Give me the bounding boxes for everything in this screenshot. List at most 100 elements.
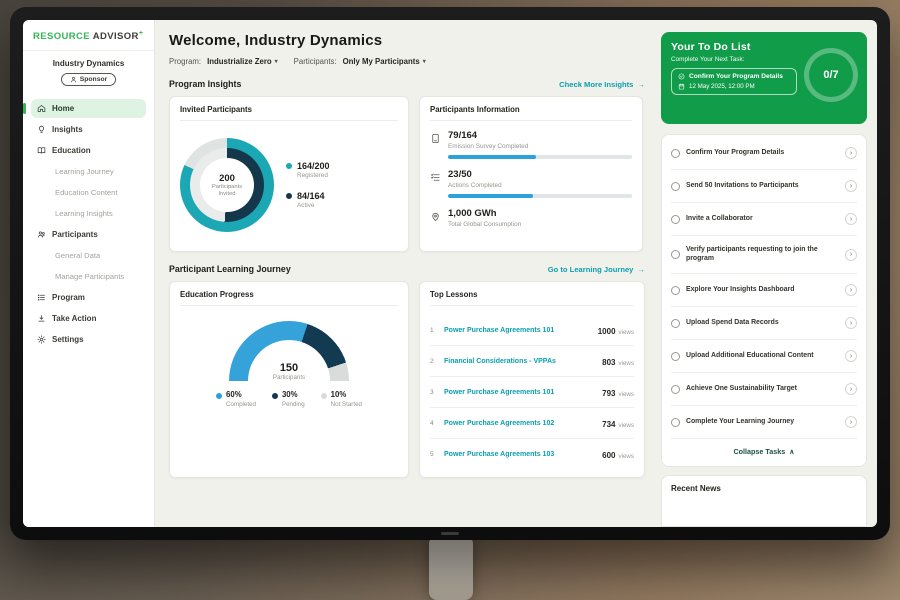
dashboard-screen: RESOURCE ADVISOR+ Industry Dynamics Spon… bbox=[23, 20, 877, 527]
collapse-tasks-button[interactable]: Collapse Tasks ∧ bbox=[671, 439, 857, 464]
logo-text-secondary: ADVISOR bbox=[93, 31, 139, 42]
consumption-row: 1,000 GWh Total Global Consumption bbox=[430, 208, 632, 233]
task-checkbox[interactable] bbox=[671, 352, 680, 361]
sidebar-item-home[interactable]: Home bbox=[31, 99, 146, 118]
lesson-row: 1 Power Purchase Agreements 101 1000view… bbox=[430, 315, 634, 346]
sidebar-item-insights[interactable]: Insights bbox=[31, 120, 146, 139]
task-checkbox[interactable] bbox=[671, 319, 680, 328]
sponsor-badge-label: Sponsor bbox=[80, 76, 108, 83]
chevron-right-icon: › bbox=[845, 350, 857, 362]
program-select-value: Industrialize Zero bbox=[207, 57, 272, 66]
lesson-views: 803 bbox=[602, 358, 615, 367]
task-checkbox[interactable] bbox=[671, 182, 680, 191]
section-title: Program Insights bbox=[169, 79, 241, 89]
legend-item-active: 84/164 Active bbox=[286, 191, 330, 209]
task-checkbox[interactable] bbox=[671, 149, 680, 158]
task-row-invite-collaborator[interactable]: Invite a Collaborator › bbox=[671, 203, 857, 236]
task-checkbox[interactable] bbox=[671, 286, 680, 295]
sidebar-item-program[interactable]: Program bbox=[31, 288, 146, 307]
sidebar-item-label: Settings bbox=[52, 335, 84, 344]
lesson-link[interactable]: Financial Considerations - VPPAs bbox=[444, 358, 596, 365]
sidebar-item-learning-insights[interactable]: Learning Insights bbox=[31, 204, 146, 223]
sidebar-item-learning-journey[interactable]: Learning Journey bbox=[31, 162, 146, 181]
lesson-link[interactable]: Power Purchase Agreements 101 bbox=[444, 327, 592, 334]
task-row-upload-educational-content[interactable]: Upload Additional Educational Content › bbox=[671, 340, 857, 373]
participants-icon bbox=[37, 230, 46, 239]
actions-completed-progress bbox=[448, 194, 632, 198]
task-row-upload-spend-data[interactable]: Upload Spend Data Records › bbox=[671, 307, 857, 340]
sidebar-item-education[interactable]: Education bbox=[31, 141, 146, 160]
location-pin-icon bbox=[430, 209, 441, 227]
sidebar-item-label: General Data bbox=[55, 251, 100, 260]
card-title: Top Lessons bbox=[430, 290, 634, 306]
sidebar-item-label: Learning Journey bbox=[55, 167, 114, 176]
sidebar-item-settings[interactable]: Settings bbox=[31, 330, 146, 349]
task-row-achieve-target[interactable]: Achieve One Sustainability Target › bbox=[671, 373, 857, 406]
lesson-link[interactable]: Power Purchase Agreements 103 bbox=[444, 451, 596, 458]
sidebar-item-label: Insights bbox=[52, 125, 83, 134]
gauge-center: 150 Participants bbox=[229, 362, 349, 381]
task-checkbox[interactable] bbox=[671, 250, 680, 259]
book-icon bbox=[37, 146, 46, 155]
chevron-right-icon: › bbox=[845, 383, 857, 395]
not-started-value: 10% bbox=[331, 390, 347, 399]
sidebar-item-label: Education Content bbox=[55, 188, 117, 197]
go-to-learning-journey-link[interactable]: Go to Learning Journey → bbox=[548, 265, 645, 274]
invited-donut-chart: 200 Participants Invited bbox=[180, 138, 274, 232]
next-task-label: Confirm Your Program Details bbox=[689, 73, 783, 80]
arrow-right-icon: → bbox=[637, 80, 645, 89]
task-row-confirm-program[interactable]: Confirm Your Program Details › bbox=[671, 137, 857, 170]
participants-information-card: Participants Information 79/164 Emission… bbox=[419, 96, 643, 252]
program-insights-cards: Invited Participants 200 Participants In… bbox=[169, 96, 645, 252]
gauge-value: 150 bbox=[229, 362, 349, 374]
lesson-link[interactable]: Power Purchase Agreements 101 bbox=[444, 389, 596, 396]
emission-survey-value: 79/164 bbox=[448, 130, 632, 141]
sidebar-item-label: Learning Insights bbox=[55, 209, 113, 218]
task-checkbox[interactable] bbox=[671, 385, 680, 394]
next-task-due: 12 May 2025, 12:00 PM bbox=[689, 83, 755, 90]
monitor-brand-mark bbox=[441, 532, 459, 535]
gauge-label: Participants bbox=[229, 374, 349, 381]
invited-total-label: Participants Invited bbox=[208, 184, 246, 197]
invited-legend: 164/200 Registered 84/164 Active bbox=[286, 161, 330, 209]
chevron-right-icon: › bbox=[845, 416, 857, 428]
learning-journey-cards: Education Progress 150 Participants bbox=[169, 281, 645, 478]
sidebar-item-label: Education bbox=[52, 146, 91, 155]
sidebar-item-manage-participants[interactable]: Manage Participants bbox=[31, 267, 146, 286]
sidebar-item-general-data[interactable]: General Data bbox=[31, 246, 146, 265]
arrow-right-icon: → bbox=[637, 265, 645, 274]
invited-total-value: 200 bbox=[219, 173, 235, 184]
tasks-list: Confirm Your Program Details › Send 50 I… bbox=[661, 134, 867, 467]
lesson-link[interactable]: Power Purchase Agreements 102 bbox=[444, 420, 596, 427]
sidebar-item-education-content[interactable]: Education Content bbox=[31, 183, 146, 202]
task-checkbox[interactable] bbox=[671, 418, 680, 427]
task-row-explore-insights[interactable]: Explore Your Insights Dashboard › bbox=[671, 274, 857, 307]
filters-row: Program: Industrialize Zero ▾ Participan… bbox=[169, 57, 645, 66]
sidebar-item-take-action[interactable]: Take Action bbox=[31, 309, 146, 328]
sponsor-badge[interactable]: Sponsor bbox=[61, 73, 117, 86]
list-icon bbox=[37, 293, 46, 302]
check-more-insights-link[interactable]: Check More Insights → bbox=[559, 80, 645, 89]
lesson-views-label: views bbox=[619, 453, 634, 460]
sidebar-item-participants[interactable]: Participants bbox=[31, 225, 146, 244]
program-select[interactable]: Industrialize Zero ▾ bbox=[207, 57, 278, 66]
desk-background: RESOURCE ADVISOR+ Industry Dynamics Spon… bbox=[0, 0, 900, 600]
task-row-verify-participants[interactable]: Verify participants requesting to join t… bbox=[671, 236, 857, 274]
task-row-complete-learning-journey[interactable]: Complete Your Learning Journey › bbox=[671, 406, 857, 439]
next-task-box[interactable]: Confirm Your Program Details 12 May 2025… bbox=[671, 68, 797, 95]
program-insights-header: Program Insights Check More Insights → bbox=[169, 79, 645, 89]
link-label: Go to Learning Journey bbox=[548, 265, 634, 274]
pending-value: 30% bbox=[282, 390, 298, 399]
sidebar: RESOURCE ADVISOR+ Industry Dynamics Spon… bbox=[23, 20, 155, 527]
navy-dot-icon bbox=[286, 193, 292, 199]
participants-select[interactable]: Only My Participants ▾ bbox=[343, 57, 426, 66]
chevron-right-icon: › bbox=[845, 249, 857, 261]
lesson-row: 3 Power Purchase Agreements 101 793views bbox=[430, 377, 634, 408]
task-row-send-invitations[interactable]: Send 50 Invitations to Participants › bbox=[671, 170, 857, 203]
task-checkbox[interactable] bbox=[671, 215, 680, 224]
lesson-rank: 4 bbox=[430, 420, 438, 427]
logo-text-primary: RESOURCE bbox=[33, 31, 90, 42]
education-progress-card: Education Progress 150 Participants bbox=[169, 281, 409, 478]
legend-item-not-started: 10% Not Started bbox=[321, 390, 362, 408]
pending-label: Pending bbox=[282, 401, 305, 408]
